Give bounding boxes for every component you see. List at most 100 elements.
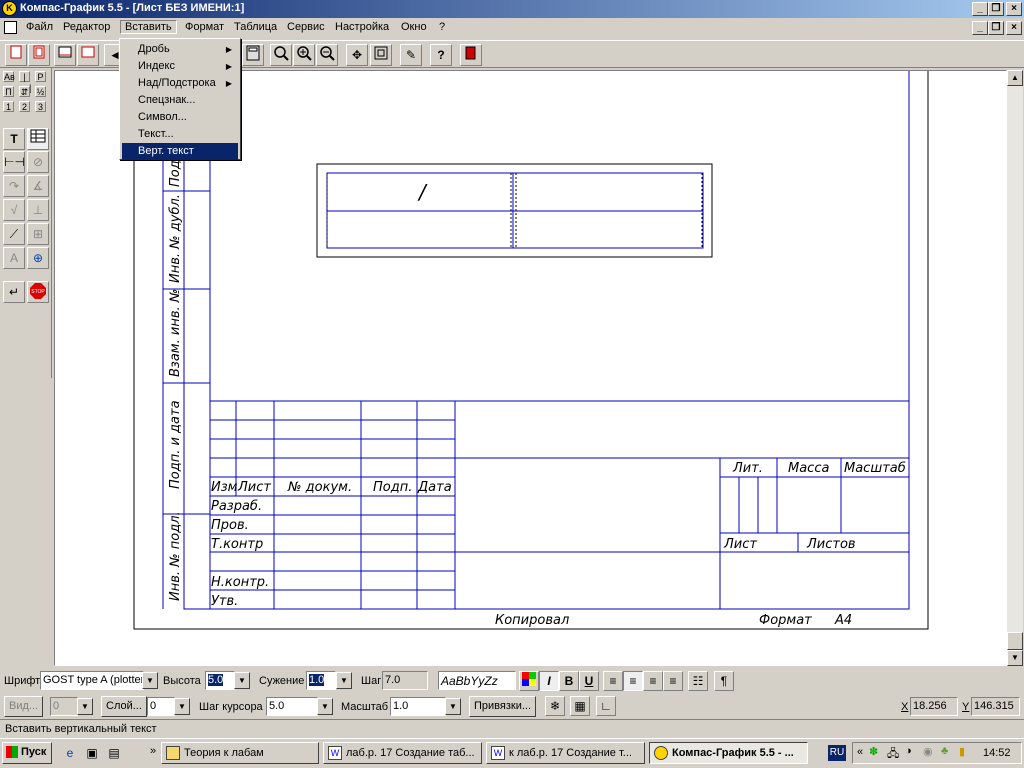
zoom-in-icon[interactable] bbox=[293, 44, 315, 66]
scale-dropdown-icon[interactable]: ▼ bbox=[445, 698, 461, 715]
roughness-icon[interactable]: √ bbox=[3, 199, 25, 221]
doc-restore-button[interactable]: ❐ bbox=[988, 21, 1004, 35]
align-justify-icon[interactable]: ≡ bbox=[663, 671, 683, 691]
vertical-scrollbar[interactable]: ▲ ▼ bbox=[1007, 70, 1023, 666]
stop-icon[interactable]: STOP bbox=[27, 281, 49, 303]
desktop-icon[interactable]: ▣ bbox=[82, 744, 102, 764]
page-2-tab[interactable]: 2 bbox=[19, 101, 30, 112]
context-help-icon[interactable]: ? bbox=[430, 44, 452, 66]
narrow-input[interactable]: 1.0 bbox=[306, 671, 336, 690]
tray-expand-icon[interactable]: « bbox=[857, 746, 863, 758]
exit-icon[interactable] bbox=[460, 44, 482, 66]
fraction-mode-icon[interactable]: ½ bbox=[35, 86, 46, 97]
narrow-dropdown-icon[interactable]: ▼ bbox=[336, 672, 352, 689]
height-dropdown-icon[interactable]: ▼ bbox=[234, 672, 250, 689]
antivirus-icon[interactable]: ◉ bbox=[923, 745, 933, 758]
view-dropdown-icon[interactable]: ▼ bbox=[77, 698, 93, 715]
menu-item-index[interactable]: Индекс ▶ bbox=[122, 58, 238, 75]
height-input[interactable]: 5.0 bbox=[205, 671, 235, 690]
menu-item-super-sub[interactable]: Над/Подстрока ▶ bbox=[122, 75, 238, 92]
sheet-new-icon[interactable] bbox=[5, 44, 27, 66]
scroll-up-button[interactable]: ▲ bbox=[1007, 70, 1023, 86]
quicklaunch-icon[interactable]: ▤ bbox=[104, 744, 124, 764]
menu-insert[interactable]: Вставить bbox=[120, 20, 177, 34]
color-icon[interactable] bbox=[519, 671, 539, 691]
kompas-app-icon[interactable]: K bbox=[2, 1, 17, 16]
scroll-down-button[interactable]: ▼ bbox=[1007, 650, 1023, 666]
network-icon[interactable]: 🖧 bbox=[887, 745, 899, 764]
menu-item-symbol[interactable]: Символ... bbox=[122, 109, 238, 126]
center-mark-icon[interactable]: ⊕ bbox=[27, 247, 49, 269]
grid-icon[interactable]: ▦ bbox=[570, 696, 590, 716]
task-word-2[interactable]: Wк лаб.р. 17 Создание т... bbox=[486, 742, 645, 764]
quicklaunch-more-icon[interactable]: » bbox=[150, 745, 156, 757]
zoom-out-icon[interactable] bbox=[316, 44, 338, 66]
zoom-icon[interactable] bbox=[270, 44, 292, 66]
menu-format[interactable]: Формат bbox=[180, 20, 229, 34]
layer-dropdown-icon[interactable]: ▼ bbox=[174, 698, 190, 715]
list-icon[interactable]: ☷ bbox=[688, 671, 708, 691]
text-mode-icon[interactable]: Ав bbox=[3, 71, 15, 82]
document-icon[interactable] bbox=[4, 21, 17, 34]
volume-icon[interactable]: ◑ bbox=[905, 745, 912, 757]
task-folder[interactable]: Теория к лабам bbox=[161, 742, 319, 764]
scroll-thumb[interactable] bbox=[1007, 632, 1023, 650]
italic-button[interactable]: I bbox=[539, 671, 559, 691]
calculator-icon[interactable] bbox=[242, 44, 264, 66]
paragraph-icon[interactable]: ¶ bbox=[714, 671, 734, 691]
view-button[interactable]: Вид... bbox=[4, 696, 44, 717]
sheet-format-icon[interactable] bbox=[54, 44, 76, 66]
menu-help[interactable]: ? bbox=[434, 20, 450, 34]
close-button[interactable]: × bbox=[1006, 2, 1022, 16]
snap-grid-icon[interactable]: ❄ bbox=[545, 696, 565, 716]
ortho-icon[interactable]: ∟ bbox=[596, 696, 616, 716]
text-tool-icon[interactable]: T bbox=[3, 128, 25, 150]
minimize-button[interactable]: _ bbox=[972, 2, 988, 16]
radius-icon[interactable]: ↷ bbox=[3, 175, 25, 197]
bold-button[interactable]: B bbox=[559, 671, 579, 691]
menu-editor[interactable]: Редактор bbox=[58, 20, 115, 34]
cursor-step-input[interactable]: 5.0 bbox=[266, 697, 318, 716]
task-word-1[interactable]: Wлаб.р. 17 Создание таб... bbox=[323, 742, 482, 764]
page-1-tab[interactable]: 1 bbox=[3, 101, 14, 112]
menu-item-text[interactable]: Текст... bbox=[122, 126, 238, 143]
layer-input[interactable]: 0 bbox=[147, 697, 175, 716]
font-select[interactable]: GOST type A (plotter) bbox=[40, 671, 144, 690]
return-icon[interactable]: ↵ bbox=[3, 281, 25, 303]
underline-button[interactable]: U bbox=[579, 671, 599, 691]
layer-button[interactable]: Слой... bbox=[101, 696, 147, 717]
align-left-icon[interactable]: ≡ bbox=[603, 671, 623, 691]
snaps-button[interactable]: Привязки... bbox=[469, 696, 537, 717]
menu-file[interactable]: Файл bbox=[21, 20, 58, 34]
sheet-frame-icon[interactable] bbox=[28, 44, 50, 66]
menu-table[interactable]: Таблица bbox=[229, 20, 282, 34]
task-kompas[interactable]: Компас-График 5.5 - ... bbox=[649, 742, 808, 764]
menu-service[interactable]: Сервис bbox=[282, 20, 330, 34]
language-indicator[interactable]: RU bbox=[828, 745, 846, 761]
page-3-tab[interactable]: 3 bbox=[35, 101, 46, 112]
menu-settings[interactable]: Настройка bbox=[330, 20, 394, 34]
diameter-icon[interactable]: ⊘ bbox=[27, 151, 49, 173]
doc-close-button[interactable]: × bbox=[1006, 21, 1022, 35]
tray-app-icon[interactable]: ✽ bbox=[869, 745, 878, 758]
pencil-icon[interactable]: ✎ bbox=[400, 44, 422, 66]
linear-dimension-icon[interactable]: ⊢⊣ bbox=[3, 151, 25, 173]
align-right-icon[interactable]: ≡ bbox=[643, 671, 663, 691]
step-input[interactable]: 7.0 bbox=[382, 671, 428, 690]
maximize-button[interactable]: ❐ bbox=[988, 2, 1004, 16]
position-icon[interactable]: A bbox=[3, 247, 25, 269]
roughness-mode-icon[interactable]: Р bbox=[35, 71, 46, 82]
menu-item-vertical-text[interactable]: Верт. текст bbox=[122, 143, 238, 160]
p-mode-icon[interactable]: П bbox=[3, 86, 14, 97]
view-input[interactable]: 0 bbox=[50, 697, 78, 716]
ie-icon[interactable]: e bbox=[60, 744, 80, 764]
menu-window[interactable]: Окно bbox=[396, 20, 432, 34]
battery-icon[interactable]: ▮ bbox=[959, 745, 965, 758]
dimension-mode-icon[interactable]: |↔| bbox=[19, 71, 31, 93]
tolerance-icon[interactable]: ⊞ bbox=[27, 223, 49, 245]
zoom-fit-icon[interactable] bbox=[370, 44, 392, 66]
menu-item-special-sign[interactable]: Спецзнак... bbox=[122, 92, 238, 109]
doc-minimize-button[interactable]: _ bbox=[972, 21, 988, 35]
align-center-icon[interactable]: ≡ bbox=[623, 671, 643, 691]
table-tool-icon[interactable] bbox=[27, 128, 49, 150]
